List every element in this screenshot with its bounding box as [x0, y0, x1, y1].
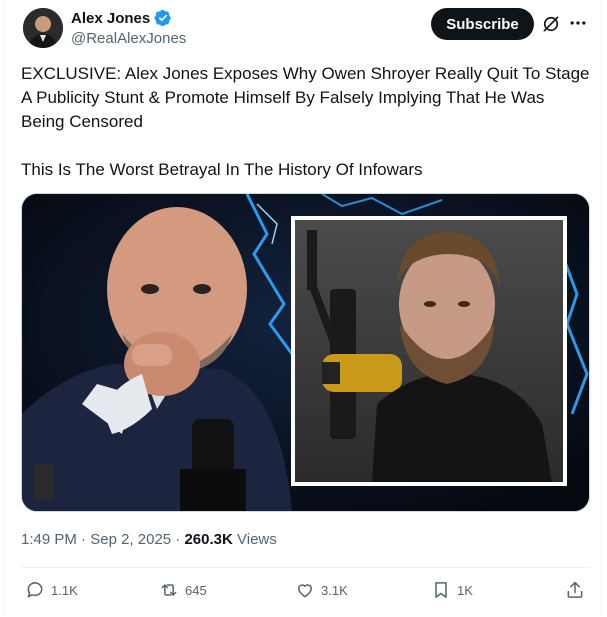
like-button[interactable]: 3.1K: [295, 580, 348, 600]
post-meta: 1:49 PM · Sep 2, 2025 · 260.3K Views: [21, 531, 277, 548]
author-name-row[interactable]: Alex Jones: [71, 9, 172, 27]
avatar[interactable]: [23, 8, 63, 48]
share-icon: [567, 581, 583, 598]
views-count: 260.3K: [184, 531, 233, 548]
post-paragraph-headline: EXCLUSIVE: Alex Jones Exposes Why Owen S…: [21, 64, 590, 131]
bookmark-button[interactable]: 1K: [431, 580, 473, 600]
tweet-card: Alex Jones @RealAlexJones Subscribe EXCL…: [4, 0, 602, 615]
like-count: 3.1K: [321, 582, 348, 598]
action-bar: 1.1K 645 3.1K 1K: [21, 580, 590, 604]
repost-icon: [161, 584, 177, 596]
views-label: Views: [232, 531, 277, 548]
grok-icon[interactable]: [541, 14, 561, 34]
divider: [21, 567, 590, 568]
reply-icon: [27, 582, 43, 598]
post-time[interactable]: 1:49 PM: [21, 531, 77, 548]
reply-button[interactable]: 1.1K: [25, 580, 78, 600]
meta-separator: ·: [171, 531, 185, 548]
subscribe-button[interactable]: Subscribe: [431, 8, 534, 40]
more-icon[interactable]: [568, 13, 588, 33]
post-image-illustration: [22, 194, 589, 511]
post-image[interactable]: [21, 193, 590, 512]
reply-count: 1.1K: [51, 582, 78, 598]
post-date[interactable]: Sep 2, 2025: [90, 531, 171, 548]
verified-badge-icon: [154, 9, 171, 27]
bookmark-count: 1K: [457, 582, 473, 598]
post-paragraph-subline: This Is The Worst Betrayal In The Histor…: [21, 160, 423, 179]
author-name[interactable]: Alex Jones: [71, 10, 150, 27]
author-handle[interactable]: @RealAlexJones: [71, 30, 186, 47]
bookmark-icon: [435, 582, 447, 598]
repost-button[interactable]: 645: [159, 580, 207, 600]
heart-icon: [298, 584, 312, 598]
post-text: EXCLUSIVE: Alex Jones Exposes Why Owen S…: [21, 62, 591, 182]
share-button[interactable]: [565, 580, 585, 600]
meta-separator: ·: [76, 531, 91, 548]
repost-count: 645: [185, 582, 207, 598]
